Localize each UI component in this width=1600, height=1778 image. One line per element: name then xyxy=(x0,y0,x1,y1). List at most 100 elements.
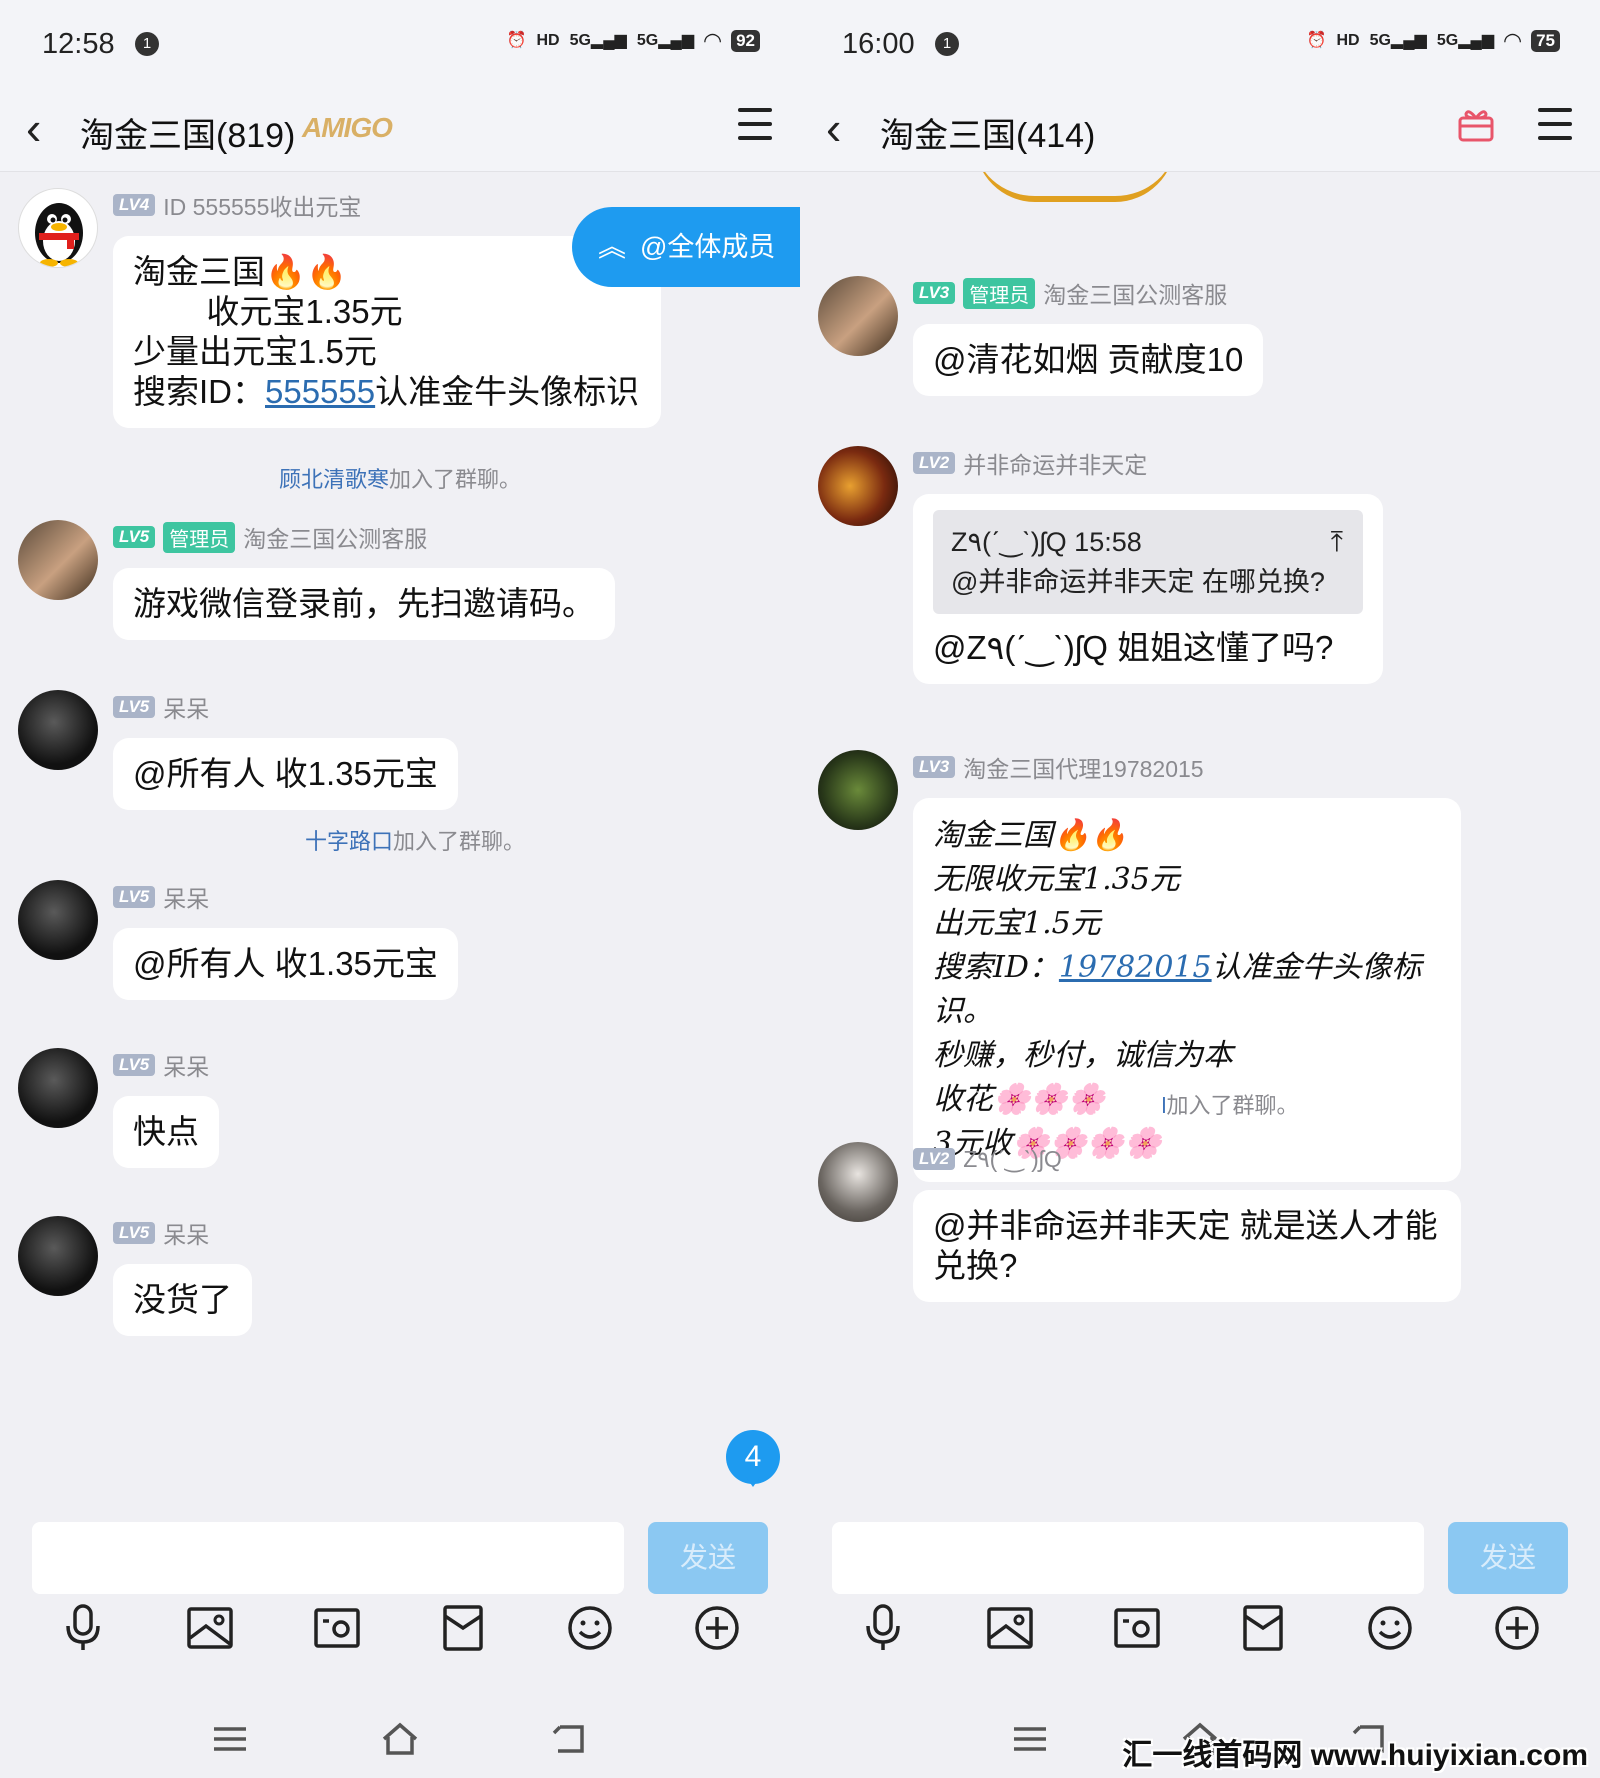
avatar[interactable] xyxy=(818,446,898,526)
avatar[interactable] xyxy=(818,276,898,356)
emoji-icon[interactable] xyxy=(562,1600,618,1656)
avatar[interactable] xyxy=(18,880,98,960)
reply-text: @Z٩(ˊ‿ˋ)ʃQ 姐姐这懂了吗? xyxy=(933,629,1334,666)
chat-header: ‹ 淘金三国(414) xyxy=(800,90,1600,172)
recent-apps-icon[interactable] xyxy=(210,1719,250,1759)
message-bubble[interactable]: 快点 xyxy=(113,1096,219,1168)
composer: 发送 xyxy=(0,1508,800,1600)
image-icon[interactable] xyxy=(982,1600,1038,1656)
signal-icon: 5G▂▄▆ xyxy=(1369,32,1427,49)
message-item: LV5 呆呆 @所有人 收1.35元宝 xyxy=(0,690,800,820)
gift-icon[interactable] xyxy=(1456,104,1496,144)
at-all-members-button[interactable]: ︽ @全体成员 xyxy=(572,207,800,287)
emoji-icon[interactable] xyxy=(1362,1600,1418,1656)
group-title: 淘金三国(414) xyxy=(880,117,1096,155)
menu-icon[interactable] xyxy=(1538,108,1572,140)
jump-up-icon[interactable]: ⤒ xyxy=(1331,522,1343,562)
avatar[interactable] xyxy=(18,520,98,600)
camera-icon[interactable] xyxy=(1109,1600,1165,1656)
amigo-badge: AMIGO xyxy=(302,112,393,143)
level-badge: LV5 xyxy=(113,696,156,718)
quoted-message[interactable]: Z٩(ˊ‿ˋ)ʃQ 15:58 @并非命运并非天定 在哪兑换? ⤒ xyxy=(933,510,1363,614)
avatar[interactable] xyxy=(818,1142,898,1222)
message-bubble[interactable]: @所有人 收1.35元宝 xyxy=(113,738,458,810)
sender-name: 淘金三国公测客服 xyxy=(1043,282,1228,308)
id-link[interactable]: 555555 xyxy=(265,373,375,410)
message-item: LV2 并非命运并非天定 Z٩(ˊ‿ˋ)ʃQ 15:58 @并非命运并非天定 在… xyxy=(800,446,1600,696)
message-input[interactable] xyxy=(832,1522,1424,1594)
signal-icon: 5G▂▄▆ xyxy=(636,32,695,49)
double-chevron-up-icon: ︽ xyxy=(598,231,627,262)
message-bubble[interactable]: @清花如烟 贡献度10 xyxy=(913,324,1264,396)
avatar[interactable] xyxy=(18,1048,98,1128)
input-toolbar xyxy=(0,1600,800,1690)
unread-count-badge[interactable]: 4 xyxy=(726,1430,780,1487)
sender-meta: LV5 呆呆 xyxy=(113,1050,209,1080)
microphone-icon[interactable] xyxy=(55,1600,111,1656)
sender-meta: LV5 呆呆 xyxy=(113,1218,209,1248)
sender-meta: LV5 管理员 淘金三国公测客服 xyxy=(113,521,428,553)
red-envelope-icon[interactable] xyxy=(1235,1600,1291,1656)
system-message: l加入了群聊。 xyxy=(1161,1093,1299,1118)
quote-header: Z٩(ˊ‿ˋ)ʃQ 15:58 xyxy=(951,527,1142,557)
message-bubble[interactable]: 淘金三国🔥🔥 无限收元宝1.35元 出元宝1.5元 搜索ID：19782015认… xyxy=(913,798,1461,1182)
back-icon[interactable]: ‹ xyxy=(826,102,841,154)
sender-name: 淘金三国公测客服 xyxy=(243,526,428,552)
back-nav-icon[interactable] xyxy=(550,1719,590,1759)
send-button[interactable]: 发送 xyxy=(648,1522,768,1594)
sender-meta: LV2 Z٩(ˊ‿ˋ)ʃQ xyxy=(913,1144,1062,1174)
message-line: 淘金三国🔥🔥 xyxy=(933,818,1128,853)
sender-meta: LV4 ID 555555收出元宝 xyxy=(113,190,361,220)
camera-icon[interactable] xyxy=(309,1600,365,1656)
avatar[interactable] xyxy=(18,1216,98,1296)
status-icons: ⏰ HD 5G▂▄▆ 5G▂▄▆ ◠ 75 xyxy=(1307,30,1560,52)
message-bubble[interactable]: Z٩(ˊ‿ˋ)ʃQ 15:58 @并非命运并非天定 在哪兑换? ⤒ @Z٩(ˊ‿… xyxy=(913,494,1383,684)
home-icon[interactable] xyxy=(380,1719,420,1759)
battery-icon: 75 xyxy=(1531,30,1560,52)
system-nav-bar xyxy=(0,1700,800,1778)
message-bubble[interactable]: 游戏微信登录前，先扫邀请码。 xyxy=(113,568,615,640)
status-time: 12:58 xyxy=(42,28,115,60)
message-bubble[interactable]: @并非命运并非天定 就是送人才能兑换? xyxy=(913,1190,1461,1302)
back-icon[interactable]: ‹ xyxy=(26,102,41,154)
level-badge: LV5 xyxy=(113,886,156,908)
wifi-icon: ◠ xyxy=(1504,28,1522,53)
message-line: 少量出元宝1.5元 xyxy=(133,333,377,370)
partial-image xyxy=(975,172,1175,202)
avatar[interactable] xyxy=(18,690,98,770)
send-button[interactable]: 发送 xyxy=(1448,1522,1568,1594)
message-bubble[interactable]: @所有人 收1.35元宝 xyxy=(113,928,458,1000)
avatar[interactable] xyxy=(18,188,98,268)
message-bubble[interactable]: 没货了 xyxy=(113,1264,252,1336)
microphone-icon[interactable] xyxy=(855,1600,911,1656)
system-message: 顾北清歌寒加入了群聊。 xyxy=(278,467,522,492)
message-line: 秒赚，秒付，诚信为本 xyxy=(933,1038,1233,1073)
message-input[interactable] xyxy=(32,1522,624,1594)
wifi-icon: ◠ xyxy=(704,28,722,53)
sender-meta: LV3 淘金三国代理19782015 xyxy=(913,752,1204,782)
red-envelope-icon[interactable] xyxy=(435,1600,491,1656)
message-line: 淘金三国🔥🔥 xyxy=(133,253,348,290)
image-icon[interactable] xyxy=(182,1600,238,1656)
sender-meta: LV2 并非命运并非天定 xyxy=(913,448,1147,478)
id-link[interactable]: 19782015 xyxy=(1059,950,1212,985)
status-time: 16:00 xyxy=(842,28,915,60)
message-item: LV3 管理员 淘金三国公测客服 @清花如烟 贡献度10 xyxy=(800,276,1600,406)
level-badge: LV2 xyxy=(913,452,956,474)
menu-icon[interactable] xyxy=(738,108,772,140)
plus-icon[interactable] xyxy=(689,1600,745,1656)
plus-icon[interactable] xyxy=(1489,1600,1545,1656)
admin-badge: 管理员 xyxy=(163,521,236,553)
avatar[interactable] xyxy=(818,750,898,830)
recent-apps-icon[interactable] xyxy=(1010,1719,1050,1759)
sender-name: 呆呆 xyxy=(163,886,210,912)
status-bar: 16:00 1 ⏰ HD 5G▂▄▆ 5G▂▄▆ ◠ 75 xyxy=(800,0,1600,90)
notification-icon: 1 xyxy=(135,32,159,56)
battery-icon: 92 xyxy=(731,30,760,52)
level-badge: LV4 xyxy=(113,194,156,216)
watermark: 汇一线首码网 www.huiyixian.com xyxy=(1122,1739,1588,1772)
message-item: LV5 呆呆 快点 xyxy=(0,1048,800,1178)
status-icons: ⏰ HD 5G▂▄▆ 5G▂▄▆ ◠ 92 xyxy=(507,30,760,52)
sender-meta: LV3 管理员 淘金三国公测客服 xyxy=(913,277,1228,309)
message-line: 无限收元宝1.35元 xyxy=(933,862,1180,897)
